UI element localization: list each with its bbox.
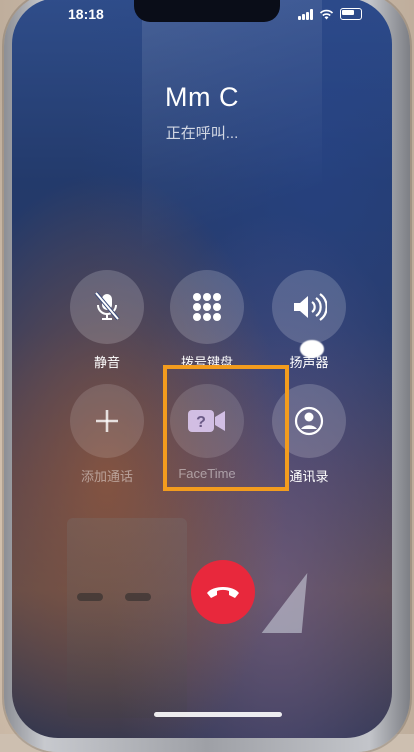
cellular-signal-icon: [298, 9, 313, 20]
end-call-button[interactable]: [191, 560, 255, 624]
dynamic-island: [134, 0, 280, 22]
status-icons: [298, 8, 362, 20]
screen-reflection: [67, 518, 187, 718]
speaker-wave-icon: [294, 293, 327, 321]
battery-icon: [340, 8, 362, 20]
reflection-bar: [77, 593, 103, 601]
wifi-icon: [319, 9, 334, 20]
home-indicator[interactable]: [154, 712, 282, 717]
speaker-circle[interactable]: [272, 270, 346, 344]
mute-label: 静音: [93, 355, 120, 370]
status-time: 18:18: [68, 6, 104, 22]
add-call-circle[interactable]: [70, 384, 144, 458]
keypad-circle[interactable]: [170, 270, 244, 344]
reflection-bar: [125, 593, 151, 601]
mic-slash-icon: [94, 291, 120, 321]
person-circle-icon: [294, 406, 324, 436]
phone-hangup-icon: [207, 587, 239, 598]
mute-button[interactable]: 静音: [70, 270, 144, 371]
contact-name: Mm C: [165, 82, 239, 112]
mute-circle[interactable]: [70, 270, 144, 344]
keypad-button[interactable]: 拨号键盘: [170, 270, 244, 371]
call-status: 正在呼叫...: [165, 125, 239, 142]
glass-reflection: [261, 573, 313, 633]
add-call-label: 添加通话: [80, 469, 133, 484]
screen-glare: [142, 0, 322, 298]
plus-icon: [96, 410, 118, 432]
highlight-annotation: [163, 365, 289, 491]
add-call-button[interactable]: 添加通话: [70, 384, 144, 485]
finger-smudge: [300, 340, 324, 358]
keypad-grid-icon: [193, 293, 221, 321]
